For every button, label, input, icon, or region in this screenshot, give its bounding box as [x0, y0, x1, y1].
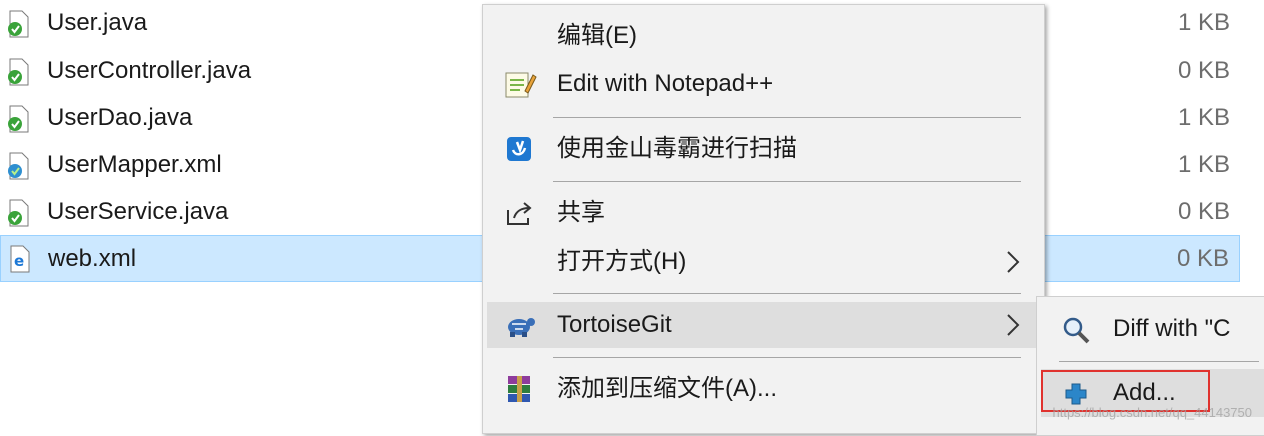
menu-item-edit[interactable]: 编辑(E)	[487, 13, 1040, 59]
menu-item-label: 使用金山毒霸进行扫描	[557, 135, 797, 162]
submenu-item-diff-with[interactable]: Diff with "C	[1041, 305, 1264, 353]
diff-magnifier-icon	[1061, 315, 1091, 345]
file-name: UserController.java	[47, 57, 252, 84]
menu-item-add-to-archive[interactable]: 添加到压缩文件(A)...	[487, 366, 1040, 412]
menu-item-label: Edit with Notepad++	[557, 70, 774, 97]
file-size: 1 KB	[1177, 151, 1230, 178]
winrar-icon	[503, 374, 537, 404]
menu-item-share[interactable]: 共享	[487, 190, 1040, 236]
menu-separator	[1059, 361, 1259, 362]
file-size: 1 KB	[1177, 104, 1230, 131]
file-name: UserService.java	[47, 198, 229, 225]
menu-item-label: 编辑(E)	[557, 22, 637, 49]
file-size: 0 KB	[1176, 245, 1229, 272]
web-xml-file-icon: e	[7, 245, 33, 273]
menu-separator	[553, 357, 1021, 358]
file-name: User.java	[47, 9, 148, 36]
watermark: https://blog.csdn.net/qq_44143750	[1052, 405, 1253, 420]
file-name: UserDao.java	[47, 104, 193, 131]
xml-file-icon	[6, 152, 32, 180]
menu-separator	[553, 117, 1021, 118]
share-icon	[503, 198, 537, 228]
context-menu: 编辑(E) Edit with Notepad++ 使用金山毒霸进行扫描 共享 …	[482, 4, 1045, 434]
java-file-icon	[6, 10, 32, 38]
kingsoft-antivirus-icon	[503, 134, 537, 164]
menu-item-label: 共享	[557, 199, 605, 226]
chevron-right-icon	[1006, 250, 1020, 274]
submenu-item-label: Diff with "C	[1113, 315, 1231, 342]
svg-text:e: e	[14, 252, 24, 270]
menu-separator	[553, 293, 1021, 294]
file-size: 0 KB	[1177, 198, 1230, 225]
menu-item-open-with[interactable]: 打开方式(H)	[487, 239, 1040, 285]
java-file-icon	[6, 199, 32, 227]
java-file-icon	[6, 58, 32, 86]
menu-item-edit-with-notepad[interactable]: Edit with Notepad++	[487, 61, 1040, 107]
java-file-icon	[6, 105, 32, 133]
menu-item-label: 打开方式(H)	[557, 248, 687, 275]
file-name: web.xml	[48, 245, 137, 272]
menu-item-label: TortoiseGit	[557, 311, 672, 338]
menu-item-kingsoft-scan[interactable]: 使用金山毒霸进行扫描	[487, 126, 1040, 172]
menu-separator	[553, 181, 1021, 182]
menu-item-tortoisegit[interactable]: TortoiseGit	[487, 302, 1040, 348]
notepad-plus-plus-icon	[503, 69, 537, 99]
menu-item-label: 添加到压缩文件(A)...	[557, 375, 777, 402]
file-name: UserMapper.xml	[47, 151, 222, 178]
chevron-right-icon	[1006, 313, 1020, 337]
file-size: 1 KB	[1177, 9, 1230, 36]
file-size: 0 KB	[1177, 57, 1230, 84]
tortoisegit-icon	[503, 310, 537, 340]
